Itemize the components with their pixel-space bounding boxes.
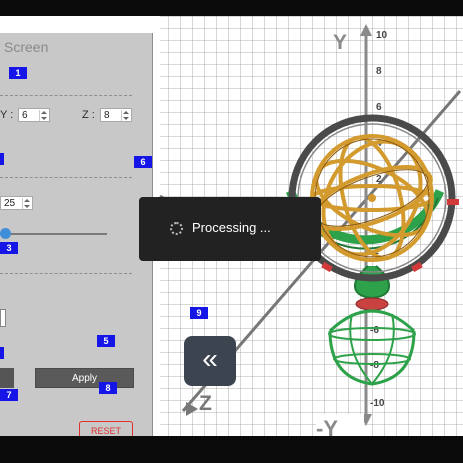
y-label: Y :	[0, 109, 14, 121]
double-chevron-left-icon: «	[202, 343, 218, 374]
slider-thumb[interactable]	[0, 228, 11, 239]
partial-checkbox[interactable]	[0, 309, 6, 327]
tick-label: 10	[376, 30, 388, 41]
apply-button[interactable]: Apply	[35, 368, 134, 388]
z-spinner[interactable]: 8	[100, 108, 132, 122]
neg-y-axis-label: -Y	[316, 416, 338, 436]
marker-partial	[0, 347, 4, 359]
marker-1: 1	[9, 67, 27, 79]
tick-label: 8	[376, 66, 382, 77]
processing-toast: Processing ...	[139, 197, 321, 261]
spin-arrows-icon[interactable]	[22, 198, 31, 209]
processing-text: Processing ...	[192, 220, 271, 235]
reset-button[interactable]: RESET	[79, 421, 133, 436]
y-axis-label: Y	[333, 31, 347, 54]
tick-label: 2	[376, 174, 382, 185]
tick-label: -6	[370, 325, 379, 336]
spin-arrows-icon[interactable]	[39, 110, 48, 121]
divider	[0, 177, 132, 178]
y-value: 6	[22, 110, 28, 121]
marker-5: 5	[97, 335, 115, 347]
tick-label: -10	[370, 398, 385, 409]
panel-title: Screen	[4, 39, 49, 55]
slider-value: 25	[4, 198, 16, 209]
marker-8: 8	[99, 382, 117, 394]
z-axis-label: Z	[199, 392, 212, 415]
y-spinner[interactable]: 6	[18, 108, 50, 122]
z-label: Z :	[82, 109, 95, 121]
z-value: 8	[104, 110, 110, 121]
collapse-panel-button[interactable]: «	[184, 336, 236, 386]
divider	[0, 95, 132, 96]
slider-track[interactable]	[0, 233, 107, 235]
sphere-center	[368, 194, 376, 202]
app-screen: 10 8 6 4 2 -2 -4 -6 -8 -10 Y Z -Y	[0, 16, 463, 436]
tick-label: 6	[376, 102, 382, 113]
divider	[0, 273, 132, 274]
spin-arrows-icon[interactable]	[121, 110, 130, 121]
marker-3: 3	[0, 242, 18, 254]
device-frame: 10 8 6 4 2 -2 -4 -6 -8 -10 Y Z -Y	[0, 0, 463, 463]
marker-7: 7	[0, 389, 18, 401]
control-panel: Screen 1 Y : 6 Z : 8 25 3 5 Apply 7 8 RE…	[0, 33, 153, 436]
tick-label: -8	[370, 360, 379, 371]
partial-button[interactable]	[0, 368, 14, 388]
spinner-icon	[170, 222, 183, 235]
marker-6: 6	[134, 156, 152, 168]
marker-9: 9	[190, 307, 208, 319]
marker-partial	[0, 153, 4, 165]
slider-value-spinner[interactable]: 25	[0, 196, 33, 210]
ring-accent	[447, 199, 459, 205]
